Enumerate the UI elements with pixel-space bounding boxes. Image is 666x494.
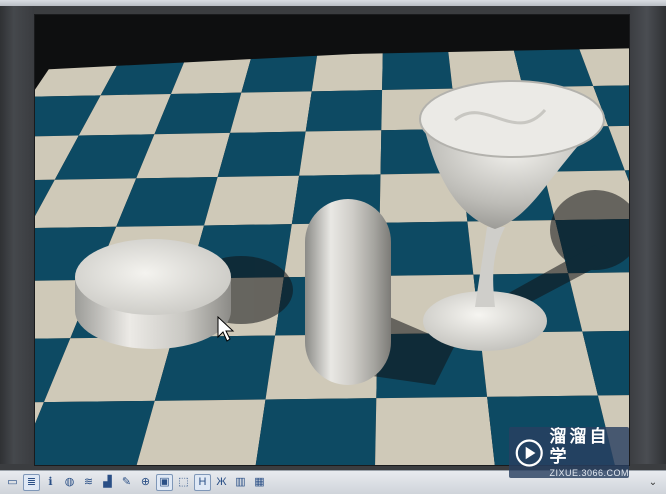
frame-icon[interactable]: ▣ (156, 474, 173, 491)
capsule-object (305, 199, 391, 385)
play-logo-icon (515, 438, 543, 467)
selection-icon[interactable]: ⬚ (175, 474, 192, 491)
floor-tile (135, 399, 266, 465)
floor-tile (217, 131, 306, 178)
toolbar-overflow-chevron-icon[interactable]: ⌄ (646, 474, 660, 491)
info-icon[interactable]: ℹ (42, 474, 59, 491)
floor-tile (35, 400, 155, 465)
floor-tile (255, 398, 377, 465)
palette-icon[interactable]: ◍ (61, 474, 78, 491)
floor-tile (299, 130, 382, 176)
list-icon[interactable]: ≣ (23, 474, 40, 491)
floor-tile (311, 53, 383, 92)
bars-icon[interactable]: ▥ (232, 474, 249, 491)
floor-tile (305, 89, 383, 132)
layers-icon[interactable]: ≋ (80, 474, 97, 491)
watermark-badge: 溜溜自学 ZIXUE.3066.COM (509, 427, 629, 478)
left-panel (0, 6, 34, 464)
floor-tile (375, 396, 495, 465)
right-panel (628, 6, 666, 464)
grid-icon[interactable]: ▦ (251, 474, 268, 491)
floor-tile (204, 175, 300, 226)
target-icon[interactable]: ⊕ (137, 474, 154, 491)
h-split-icon[interactable]: Ж (213, 474, 230, 491)
floor-tile (378, 221, 474, 276)
histogram-icon[interactable]: ▟ (99, 474, 116, 491)
floor-tile (230, 91, 312, 133)
watermark-url: ZIXUE.3066.COM (549, 467, 629, 478)
window-titlebar (0, 0, 666, 6)
h-align-icon[interactable]: H (194, 474, 211, 491)
render-viewport[interactable] (34, 14, 630, 466)
rendered-scene (35, 15, 629, 465)
render-region-icon[interactable]: ▭ (4, 474, 21, 491)
floor-tile (382, 52, 453, 90)
brush-icon[interactable]: ✎ (118, 474, 135, 491)
cylinder-object (75, 239, 231, 349)
floor-tile (241, 54, 318, 93)
watermark-title: 溜溜自学 (549, 426, 610, 466)
